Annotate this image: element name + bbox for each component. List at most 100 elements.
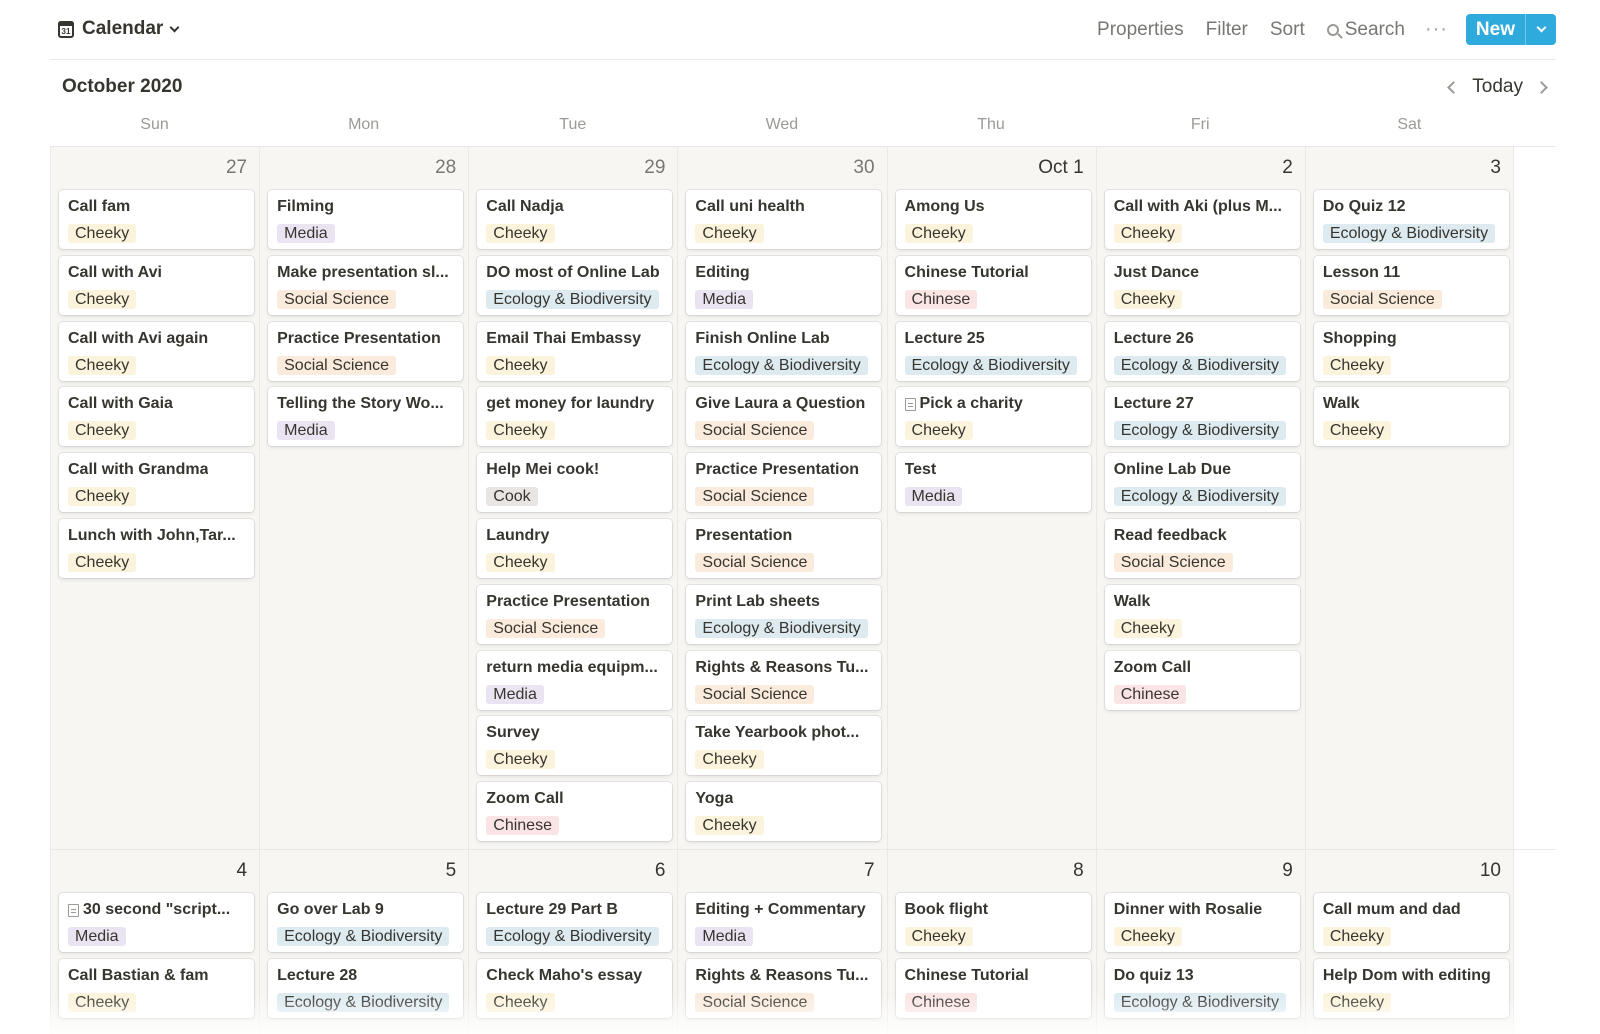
event-card[interactable]: Call with Avi Cheeky (59, 255, 254, 315)
event-card[interactable]: Rights & Reasons Tu... Social Science (686, 958, 882, 1018)
event-tag: Cheeky (1322, 421, 1392, 441)
day-cell[interactable]: 5 Go over Lab 9 Ecology & Biodiversity Lect… (259, 850, 469, 1034)
event-card[interactable]: DO most of Online Lab Ecology & Biodivers… (477, 255, 673, 315)
today-button[interactable]: Today (1472, 76, 1523, 98)
event-card[interactable]: Call uni health Cheeky (686, 190, 882, 249)
event-card[interactable]: Call fam Cheeky (59, 190, 254, 249)
event-card[interactable]: Call with Avi again Cheeky (59, 321, 254, 381)
event-card[interactable]: Do quiz 13 Ecology & Biodiversity (1104, 958, 1300, 1018)
event-card[interactable]: Editing + Commentary Media (686, 893, 882, 952)
event-card[interactable]: Call with Gaia Cheeky (59, 387, 254, 447)
event-tag: Cook (486, 487, 538, 507)
event-card[interactable]: Book flight Cheeky (895, 893, 1091, 952)
properties-button[interactable]: Properties (1097, 19, 1184, 41)
day-cell[interactable]: 10 Call mum and dad Cheeky Help Dom with ed… (1304, 850, 1514, 1034)
event-card[interactable]: Pick a charity Cheeky (895, 387, 1091, 447)
event-card[interactable]: 30 second "script... Media (59, 893, 254, 952)
event-title-row: Practice Presentation (277, 330, 457, 348)
event-title-row: Help Dom with editing (1323, 967, 1503, 985)
event-card[interactable]: Do Quiz 12 Ecology & Biodiversity (1313, 190, 1509, 249)
event-card[interactable]: Make presentation sl... Social Science (268, 255, 464, 315)
event-card[interactable]: Zoom Call Chinese (477, 782, 673, 842)
event-card[interactable]: Walk Cheeky (1313, 387, 1509, 447)
event-card[interactable]: Practice Presentation Social Science (477, 584, 673, 644)
event-card[interactable]: Dinner with Rosalie Cheeky (1104, 893, 1300, 952)
chevron-left-icon[interactable] (1447, 80, 1461, 94)
event-card[interactable]: Lecture 25 Ecology & Biodiversity (895, 321, 1091, 381)
day-cell[interactable]: 3 Do Quiz 12 Ecology & Biodiversity Lesson … (1304, 147, 1514, 849)
event-card[interactable]: Practice Presentation Social Science (268, 321, 464, 381)
month-title: October 2020 (62, 76, 183, 97)
day-cell[interactable]: 9 Dinner with Rosalie Cheeky Do quiz 13 Ecol… (1095, 850, 1305, 1034)
event-title-row: Walk (1114, 593, 1294, 611)
event-card[interactable]: Telling the Story Wo... Media (268, 387, 464, 447)
event-tag: Cheeky (68, 487, 137, 507)
filter-button[interactable]: Filter (1206, 19, 1248, 41)
day-cell[interactable]: Oct 1 Among Us Cheeky Chinese Tutorial Chine… (886, 147, 1096, 849)
event-card[interactable]: Give Laura a Question Social Science (686, 387, 882, 447)
day-cell[interactable]: 7 Editing + Commentary Media Rights & Reaso… (677, 850, 887, 1034)
event-card[interactable]: Go over Lab 9 Ecology & Biodiversity (268, 893, 464, 952)
event-tag: Cheeky (486, 750, 555, 770)
event-title-row: return media equipm... (486, 659, 666, 677)
day-number: 8 (1073, 860, 1084, 881)
event-card[interactable]: get money for laundry Cheeky (477, 387, 673, 447)
event-card[interactable]: Walk Cheeky (1104, 584, 1300, 644)
event-card[interactable]: return media equipm... Media (477, 650, 673, 710)
day-cell[interactable]: 27 Call fam Cheeky Call with Avi Cheeky Call … (50, 147, 260, 849)
event-card[interactable]: Rights & Reasons Tu... Social Science (686, 650, 882, 710)
day-cell[interactable]: 30 Call uni health Cheeky Editing Media Finis… (677, 147, 887, 849)
new-dropdown-button[interactable] (1525, 14, 1556, 45)
more-options-icon[interactable]: ··· (1425, 18, 1448, 41)
event-card[interactable]: Practice Presentation Social Science (686, 453, 882, 513)
event-card[interactable]: Test Media (895, 453, 1091, 513)
search-button[interactable]: Search (1326, 19, 1405, 41)
event-card[interactable]: Call Nadja Cheeky (477, 190, 673, 249)
event-tag: Ecology & Biodiversity (695, 618, 868, 638)
event-card[interactable]: Finish Online Lab Ecology & Biodiversity (686, 321, 882, 381)
event-card[interactable]: Presentation Social Science (686, 519, 882, 578)
day-cell[interactable]: 29 Call Nadja Cheeky DO most of Online Lab E… (468, 147, 678, 849)
event-card[interactable]: Lunch with John,Tar... Cheeky (59, 519, 254, 578)
event-card[interactable]: Help Mei cook! Cook (477, 453, 673, 513)
event-tag: Cheeky (68, 421, 137, 441)
day-cell[interactable]: 6 Lecture 29 Part B Ecology & Biodiversity… (468, 850, 678, 1034)
event-card[interactable]: Call Bastian & fam Cheeky (59, 958, 254, 1018)
event-card[interactable]: Survey Cheeky (477, 716, 673, 776)
event-card[interactable]: Print Lab sheets Ecology & Biodiversity (686, 584, 882, 644)
event-card[interactable]: Shopping Cheeky (1313, 321, 1509, 381)
day-cell[interactable]: 28 Filming Media Make presentation sl... Soc… (259, 147, 469, 849)
event-card[interactable]: Yoga Cheeky (686, 782, 882, 842)
event-card[interactable]: Call mum and dad Cheeky (1313, 893, 1509, 952)
event-card[interactable]: Editing Media (686, 255, 882, 315)
day-cell[interactable]: 8 Book flight Cheeky Chinese Tutorial Chines… (886, 850, 1096, 1034)
event-card[interactable]: Among Us Cheeky (895, 190, 1091, 249)
event-card[interactable]: Lecture 27 Ecology & Biodiversity (1104, 387, 1300, 447)
day-cell[interactable]: 4 30 second "script... Media Call Bastian &… (50, 850, 260, 1034)
event-card[interactable]: Lecture 28 Ecology & Biodiversity (268, 958, 464, 1018)
event-card[interactable]: Email Thai Embassy Cheeky (477, 321, 673, 381)
event-card[interactable]: Online Lab Due Ecology & Biodiversity (1104, 453, 1300, 513)
event-card[interactable]: Lesson 11 Social Science (1313, 255, 1509, 315)
new-button[interactable]: New (1466, 14, 1525, 45)
event-card[interactable]: Filming Media (268, 190, 464, 249)
event-title: Telling the Story Wo... (277, 395, 444, 413)
event-card[interactable]: Lecture 29 Part B Ecology & Biodiversity (477, 893, 673, 952)
event-card[interactable]: Read feedback Social Science (1104, 519, 1300, 578)
event-card[interactable]: Help Dom with editing Cheeky (1313, 958, 1509, 1018)
event-card[interactable]: Just Dance Cheeky (1104, 255, 1300, 315)
day-cell[interactable]: 2 Call with Aki (plus M... Cheeky Just Danc… (1095, 147, 1305, 849)
event-card[interactable]: Chinese Tutorial Chinese (895, 255, 1091, 315)
event-card[interactable]: Laundry Cheeky (477, 519, 673, 578)
event-title: Practice Presentation (695, 461, 860, 479)
event-card[interactable]: Lecture 26 Ecology & Biodiversity (1104, 321, 1300, 381)
event-card[interactable]: Chinese Tutorial Chinese (895, 958, 1091, 1018)
event-card[interactable]: Call with Aki (plus M... Cheeky (1104, 190, 1300, 249)
event-card[interactable]: Check Maho's essay Cheeky (477, 958, 673, 1018)
event-card[interactable]: Call with Grandma Cheeky (59, 453, 254, 513)
view-switcher[interactable]: 31 Calendar (58, 16, 180, 42)
sort-button[interactable]: Sort (1270, 19, 1305, 41)
event-card[interactable]: Take Yearbook phot... Cheeky (686, 716, 882, 776)
event-card[interactable]: Zoom Call Chinese (1104, 650, 1300, 710)
chevron-right-icon[interactable] (1535, 80, 1548, 94)
